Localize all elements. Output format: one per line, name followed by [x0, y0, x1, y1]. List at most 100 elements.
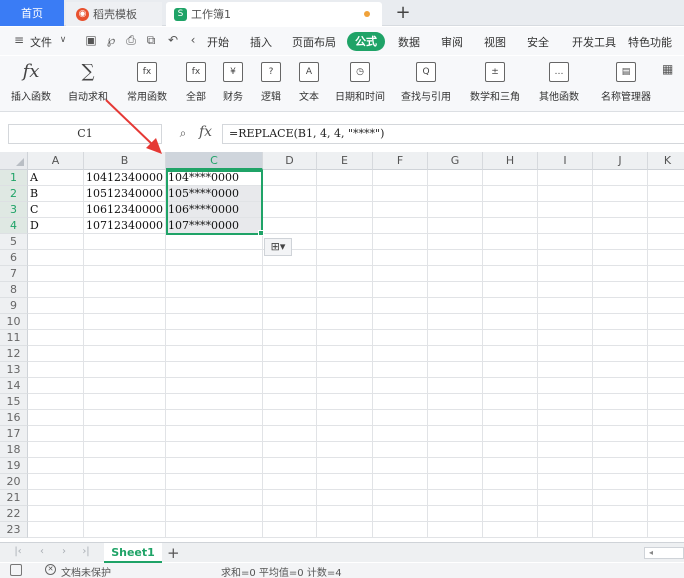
hamburger-menu-icon[interactable]: ≡ — [12, 33, 26, 47]
name-manager-button[interactable]: ▤ 名称管理器 — [598, 58, 654, 108]
column-header-h[interactable]: H — [483, 152, 538, 170]
autosum-button[interactable]: ∑ 自动求和 — [62, 58, 114, 108]
cell-i5[interactable] — [538, 234, 593, 250]
cell-b20[interactable] — [84, 474, 166, 490]
cell-i23[interactable] — [538, 522, 593, 538]
cell-j1[interactable] — [593, 170, 648, 186]
cell-f2[interactable] — [373, 186, 428, 202]
cell-d12[interactable] — [263, 346, 317, 362]
cell-k15[interactable] — [648, 394, 684, 410]
cell-c20[interactable] — [166, 474, 263, 490]
cell-b14[interactable] — [84, 378, 166, 394]
cell-f5[interactable] — [373, 234, 428, 250]
define-name-icon[interactable]: ▦ — [662, 62, 673, 76]
cell-d10[interactable] — [263, 314, 317, 330]
cell-f12[interactable] — [373, 346, 428, 362]
cell-c2[interactable]: 105****0000 — [166, 186, 263, 202]
cell-g18[interactable] — [428, 442, 483, 458]
cell-c18[interactable] — [166, 442, 263, 458]
cell-e2[interactable] — [317, 186, 373, 202]
lookup-button[interactable]: Q 查找与引用 — [396, 58, 456, 108]
tab-template[interactable]: ◉ 稻壳模板 — [66, 2, 162, 26]
cell-k11[interactable] — [648, 330, 684, 346]
menu-security[interactable]: 安全 — [527, 34, 549, 50]
cell-e11[interactable] — [317, 330, 373, 346]
cell-c14[interactable] — [166, 378, 263, 394]
cell-g10[interactable] — [428, 314, 483, 330]
cell-e22[interactable] — [317, 506, 373, 522]
row-header-14[interactable]: 14 — [0, 378, 28, 394]
cell-j22[interactable] — [593, 506, 648, 522]
cell-j11[interactable] — [593, 330, 648, 346]
undo-icon[interactable]: ↶ — [166, 33, 180, 47]
cell-e23[interactable] — [317, 522, 373, 538]
menu-insert[interactable]: 插入 — [250, 34, 272, 50]
cell-f8[interactable] — [373, 282, 428, 298]
cell-k19[interactable] — [648, 458, 684, 474]
new-tab-button[interactable]: + — [392, 2, 414, 24]
cell-a16[interactable] — [28, 410, 84, 426]
cell-c5[interactable] — [166, 234, 263, 250]
cell-k16[interactable] — [648, 410, 684, 426]
cell-i9[interactable] — [538, 298, 593, 314]
cell-d22[interactable] — [263, 506, 317, 522]
column-header-j[interactable]: J — [593, 152, 648, 170]
cell-f3[interactable] — [373, 202, 428, 218]
cell-h21[interactable] — [483, 490, 538, 506]
cell-e7[interactable] — [317, 266, 373, 282]
menu-developer[interactable]: 开发工具 — [572, 34, 616, 50]
row-header-21[interactable]: 21 — [0, 490, 28, 506]
cell-c1[interactable]: 104****0000 — [166, 170, 263, 186]
cell-b19[interactable] — [84, 458, 166, 474]
row-header-1[interactable]: 1 — [0, 170, 28, 186]
cell-k20[interactable] — [648, 474, 684, 490]
cell-j20[interactable] — [593, 474, 648, 490]
cell-h7[interactable] — [483, 266, 538, 282]
cell-d11[interactable] — [263, 330, 317, 346]
cell-h6[interactable] — [483, 250, 538, 266]
row-header-8[interactable]: 8 — [0, 282, 28, 298]
datetime-button[interactable]: ◷ 日期和时间 — [330, 58, 390, 108]
cell-c9[interactable] — [166, 298, 263, 314]
all-functions-button[interactable]: fx 全部 — [178, 58, 214, 108]
row-header-12[interactable]: 12 — [0, 346, 28, 362]
cell-a13[interactable] — [28, 362, 84, 378]
menu-review[interactable]: 审阅 — [441, 34, 463, 50]
cell-c11[interactable] — [166, 330, 263, 346]
cell-b10[interactable] — [84, 314, 166, 330]
cell-b6[interactable] — [84, 250, 166, 266]
cell-f1[interactable] — [373, 170, 428, 186]
cell-a5[interactable] — [28, 234, 84, 250]
column-header-f[interactable]: F — [373, 152, 428, 170]
cell-h17[interactable] — [483, 426, 538, 442]
cell-a19[interactable] — [28, 458, 84, 474]
tab-workbook[interactable]: S 工作簿1 — [166, 2, 382, 26]
prev-sheet-icon[interactable]: ‹ — [36, 546, 48, 557]
cell-a2[interactable]: B — [28, 186, 84, 202]
menu-file[interactable]: 文件 — [30, 34, 52, 50]
cell-e15[interactable] — [317, 394, 373, 410]
cell-j12[interactable] — [593, 346, 648, 362]
cell-j14[interactable] — [593, 378, 648, 394]
cell-e4[interactable] — [317, 218, 373, 234]
cell-f19[interactable] — [373, 458, 428, 474]
cell-i18[interactable] — [538, 442, 593, 458]
cell-k10[interactable] — [648, 314, 684, 330]
cell-i1[interactable] — [538, 170, 593, 186]
cell-a17[interactable] — [28, 426, 84, 442]
row-header-2[interactable]: 2 — [0, 186, 28, 202]
last-sheet-icon[interactable]: ›| — [80, 546, 92, 557]
cell-h22[interactable] — [483, 506, 538, 522]
fx-icon[interactable]: fx — [199, 124, 212, 140]
cell-j17[interactable] — [593, 426, 648, 442]
cell-c3[interactable]: 106****0000 — [166, 202, 263, 218]
cell-c21[interactable] — [166, 490, 263, 506]
menu-page-layout[interactable]: 页面布局 — [292, 34, 336, 50]
cell-h10[interactable] — [483, 314, 538, 330]
cell-h19[interactable] — [483, 458, 538, 474]
cell-a3[interactable]: C — [28, 202, 84, 218]
cell-b7[interactable] — [84, 266, 166, 282]
cell-c15[interactable] — [166, 394, 263, 410]
cell-d4[interactable] — [263, 218, 317, 234]
cell-i15[interactable] — [538, 394, 593, 410]
